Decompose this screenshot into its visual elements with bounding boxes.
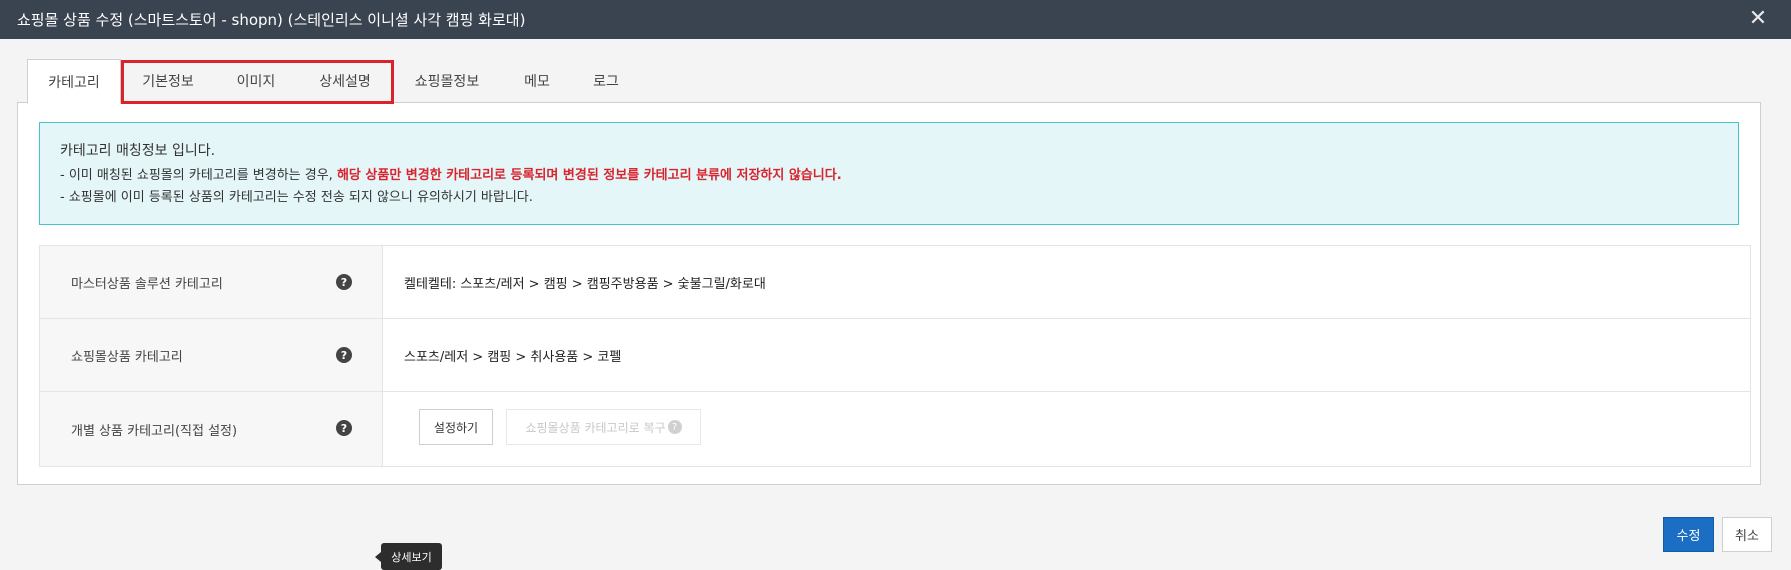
info-notice: 카테고리 매칭정보 입니다. - 이미 매칭된 쇼핑몰의 카테고리를 변경하는 … (39, 122, 1739, 225)
tab-detail-description[interactable]: 상세설명 (297, 59, 393, 103)
category-panel: 카테고리 매칭정보 입니다. - 이미 매칭된 쇼핑몰의 카테고리를 변경하는 … (17, 102, 1761, 485)
help-icon[interactable]: ? (336, 347, 352, 363)
help-icon[interactable]: ? (336, 274, 352, 290)
table-row-mall-category: 쇼핑몰상품 카테고리 ? 스포츠/레저 > 캠핑 > 취사용품 > 코펠 (40, 319, 1750, 392)
tab-memo[interactable]: 메모 (501, 59, 573, 103)
restore-category-label: 쇼핑몰상품 카테고리로 복구 (525, 420, 666, 435)
notice-warning-text: 해당 상품만 변경한 카테고리로 등록되며 변경된 정보를 카테고리 분류에 저… (336, 168, 842, 183)
row-label: 쇼핑몰상품 카테고리 (71, 349, 183, 365)
tab-mall-info[interactable]: 쇼핑몰정보 (393, 59, 501, 103)
modal-titlebar: 쇼핑몰 상품 수정 (스마트스토어 - shopn) (스테인리스 이니셜 사각… (0, 0, 1791, 39)
row-value: 켈테켈테: 스포츠/레저 > 캠핑 > 캠핑주방용품 > 숯불그릴/화로대 (404, 276, 766, 292)
submit-button[interactable]: 수정 (1663, 517, 1714, 552)
tooltip: 상세보기 (375, 543, 442, 570)
tab-log[interactable]: 로그 (573, 59, 639, 103)
notice-line-3: - 쇼핑몰에 이미 등록된 상품의 카테고리는 수정 전송 되지 않으니 유의하… (60, 190, 533, 205)
cancel-button[interactable]: 취소 (1722, 517, 1772, 552)
row-label: 마스터상품 솔루션 카테고리 (71, 276, 223, 292)
notice-line-2: - 이미 매칭된 쇼핑몰의 카테고리를 변경하는 경우, 해당 상품만 변경한 … (60, 165, 1738, 187)
notice-line-2-text: - 이미 매칭된 쇼핑몰의 카테고리를 변경하는 경우, (60, 168, 337, 183)
tab-category[interactable]: 카테고리 (27, 59, 121, 104)
row-label: 개별 상품 카테고리(직접 설정) (71, 423, 238, 439)
help-icon[interactable]: ? (667, 420, 682, 434)
help-icon[interactable]: ? (336, 420, 352, 436)
row-value: 스포츠/레저 > 캠핑 > 취사용품 > 코펠 (404, 349, 622, 365)
tab-images[interactable]: 이미지 (215, 59, 297, 103)
row-label-cell: 마스터상품 솔루션 카테고리 ? (40, 246, 383, 318)
table-row-individual-category: 개별 상품 카테고리(직접 설정) ? 설정하기 쇼핑몰상품 카테고리로 복구 … (40, 392, 1750, 466)
notice-title: 카테고리 매칭정보 입니다. (60, 143, 216, 159)
row-label-cell: 개별 상품 카테고리(직접 설정) ? (40, 392, 383, 466)
modal-title: 쇼핑몰 상품 수정 (스마트스토어 - shopn) (스테인리스 이니셜 사각… (17, 11, 526, 29)
row-label-cell: 쇼핑몰상품 카테고리 ? (40, 319, 383, 391)
set-category-button[interactable]: 설정하기 (419, 409, 493, 445)
tab-basic-info[interactable]: 기본정보 (121, 59, 215, 103)
category-table: 마스터상품 솔루션 카테고리 ? 켈테켈테: 스포츠/레저 > 캠핑 > 캠핑주… (39, 245, 1751, 467)
table-row-master-category: 마스터상품 솔루션 카테고리 ? 켈테켈테: 스포츠/레저 > 캠핑 > 캠핑주… (40, 246, 1750, 319)
restore-category-button[interactable]: 쇼핑몰상품 카테고리로 복구 ? (506, 409, 701, 445)
close-icon[interactable]: ✕ (1747, 8, 1769, 30)
tab-bar: 카테고리 기본정보 이미지 상세설명 쇼핑몰정보 메모 로그 (27, 59, 639, 104)
